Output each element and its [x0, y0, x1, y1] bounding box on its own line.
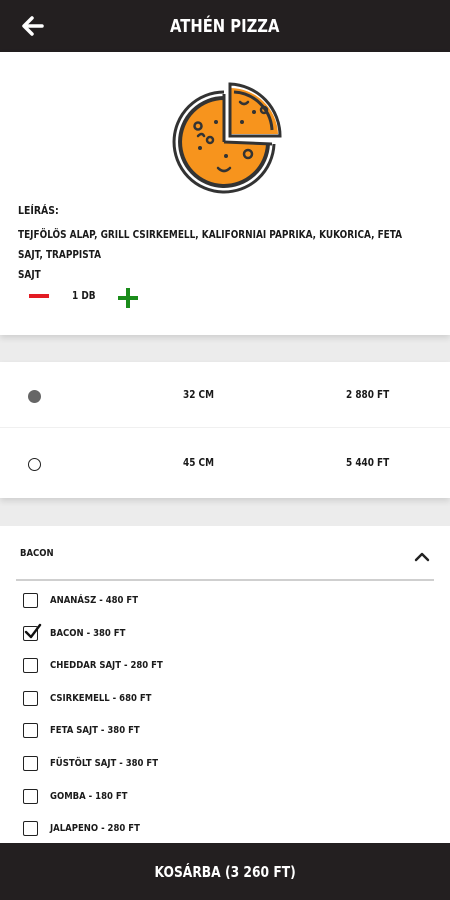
- extra-option[interactable]: CHEDDAR SAJT - 280 FT: [20, 655, 440, 679]
- checkbox[interactable]: [23, 658, 38, 673]
- extra-option-label: BACON - 380 FT: [50, 628, 126, 639]
- extra-option[interactable]: BACON - 380 FT: [20, 623, 440, 647]
- description-line: SAJT: [18, 269, 41, 281]
- extra-option-label: CSIRKEMELL - 680 FT: [50, 693, 152, 704]
- size-value: 45 CM: [183, 457, 214, 469]
- extra-option[interactable]: FETA SAJT - 380 FT: [20, 720, 440, 744]
- extra-option-label: ANANÁSZ - 480 FT: [50, 595, 139, 606]
- minus-icon[interactable]: [27, 286, 51, 306]
- description-line: TEJFÖLÖS ALAP, GRILL CSIRKEMELL, KALIFOR…: [18, 229, 403, 261]
- size-price: 2 880 FT: [346, 389, 390, 401]
- description-text: TEJFÖLÖS ALAP, GRILL CSIRKEMELL, KALIFOR…: [18, 225, 426, 285]
- checkbox[interactable]: [23, 821, 38, 836]
- back-button[interactable]: [18, 12, 48, 40]
- extra-option-label: GOMBA - 180 FT: [50, 791, 128, 802]
- size-option-row[interactable]: 45 CM 5 440 FT: [0, 430, 450, 496]
- size-value: 32 CM: [183, 389, 214, 401]
- extra-option-label: FETA SAJT - 380 FT: [50, 725, 140, 736]
- plus-icon[interactable]: [116, 286, 140, 310]
- size-price: 5 440 FT: [346, 457, 390, 469]
- quantity-label: 1 DB: [72, 290, 96, 302]
- description-label: LEÍRÁS:: [18, 204, 59, 217]
- extra-option[interactable]: GOMBA - 180 FT: [20, 786, 440, 810]
- size-option-row[interactable]: 32 CM 2 880 FT: [0, 362, 450, 428]
- extra-option[interactable]: FÜSTÖLT SAJT - 380 FT: [20, 753, 440, 777]
- extra-option[interactable]: ANANÁSZ - 480 FT: [20, 590, 440, 614]
- checkbox[interactable]: [23, 789, 38, 804]
- size-options: 32 CM 2 880 FT 45 CM 5 440 FT: [0, 362, 450, 498]
- checkbox[interactable]: [23, 723, 38, 738]
- checkbox[interactable]: [23, 691, 38, 706]
- checkbox[interactable]: [23, 756, 38, 771]
- divider: [16, 579, 434, 581]
- radio-unselected-icon[interactable]: [28, 458, 41, 471]
- add-to-cart-button[interactable]: KOSÁRBA (3 260 FT): [0, 843, 450, 900]
- extra-option-label: FÜSTÖLT SAJT - 380 FT: [50, 758, 159, 769]
- extras-section: BACON ANANÁSZ - 480 FT BACON - 380 FT CH…: [0, 526, 450, 844]
- pizza-icon: [172, 82, 282, 194]
- extra-option[interactable]: JALAPENO - 280 FT: [20, 818, 440, 842]
- extra-option-label: JALAPENO - 280 FT: [50, 823, 140, 834]
- checkbox[interactable]: [23, 593, 38, 608]
- product-card: LEÍRÁS: TEJFÖLÖS ALAP, GRILL CSIRKEMELL,…: [0, 52, 450, 335]
- arrow-left-icon: [22, 16, 44, 36]
- top-app-bar: ATHÉN PIZZA: [0, 0, 450, 52]
- radio-selected-icon[interactable]: [28, 390, 41, 403]
- extra-option[interactable]: CSIRKEMELL - 680 FT: [20, 688, 440, 712]
- page-title: ATHÉN PIZZA: [170, 15, 280, 37]
- add-to-cart-label: KOSÁRBA (3 260 FT): [154, 862, 296, 881]
- extras-title: BACON: [20, 548, 54, 559]
- extras-header[interactable]: BACON: [0, 526, 450, 580]
- checkmark-icon: [24, 623, 42, 639]
- extra-option-label: CHEDDAR SAJT - 280 FT: [50, 660, 163, 671]
- chevron-up-icon[interactable]: [414, 552, 430, 562]
